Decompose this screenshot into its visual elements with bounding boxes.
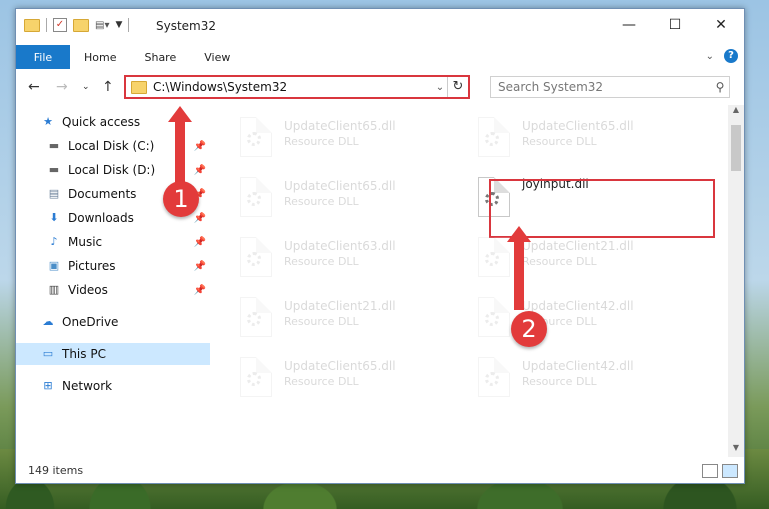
callout-step-2: 2	[511, 311, 547, 347]
arrow-up-to-file	[507, 226, 531, 310]
annotation-arrows	[168, 106, 531, 310]
callout-step-1: 1	[163, 181, 199, 217]
arrow-up-to-address-bar	[168, 106, 192, 190]
